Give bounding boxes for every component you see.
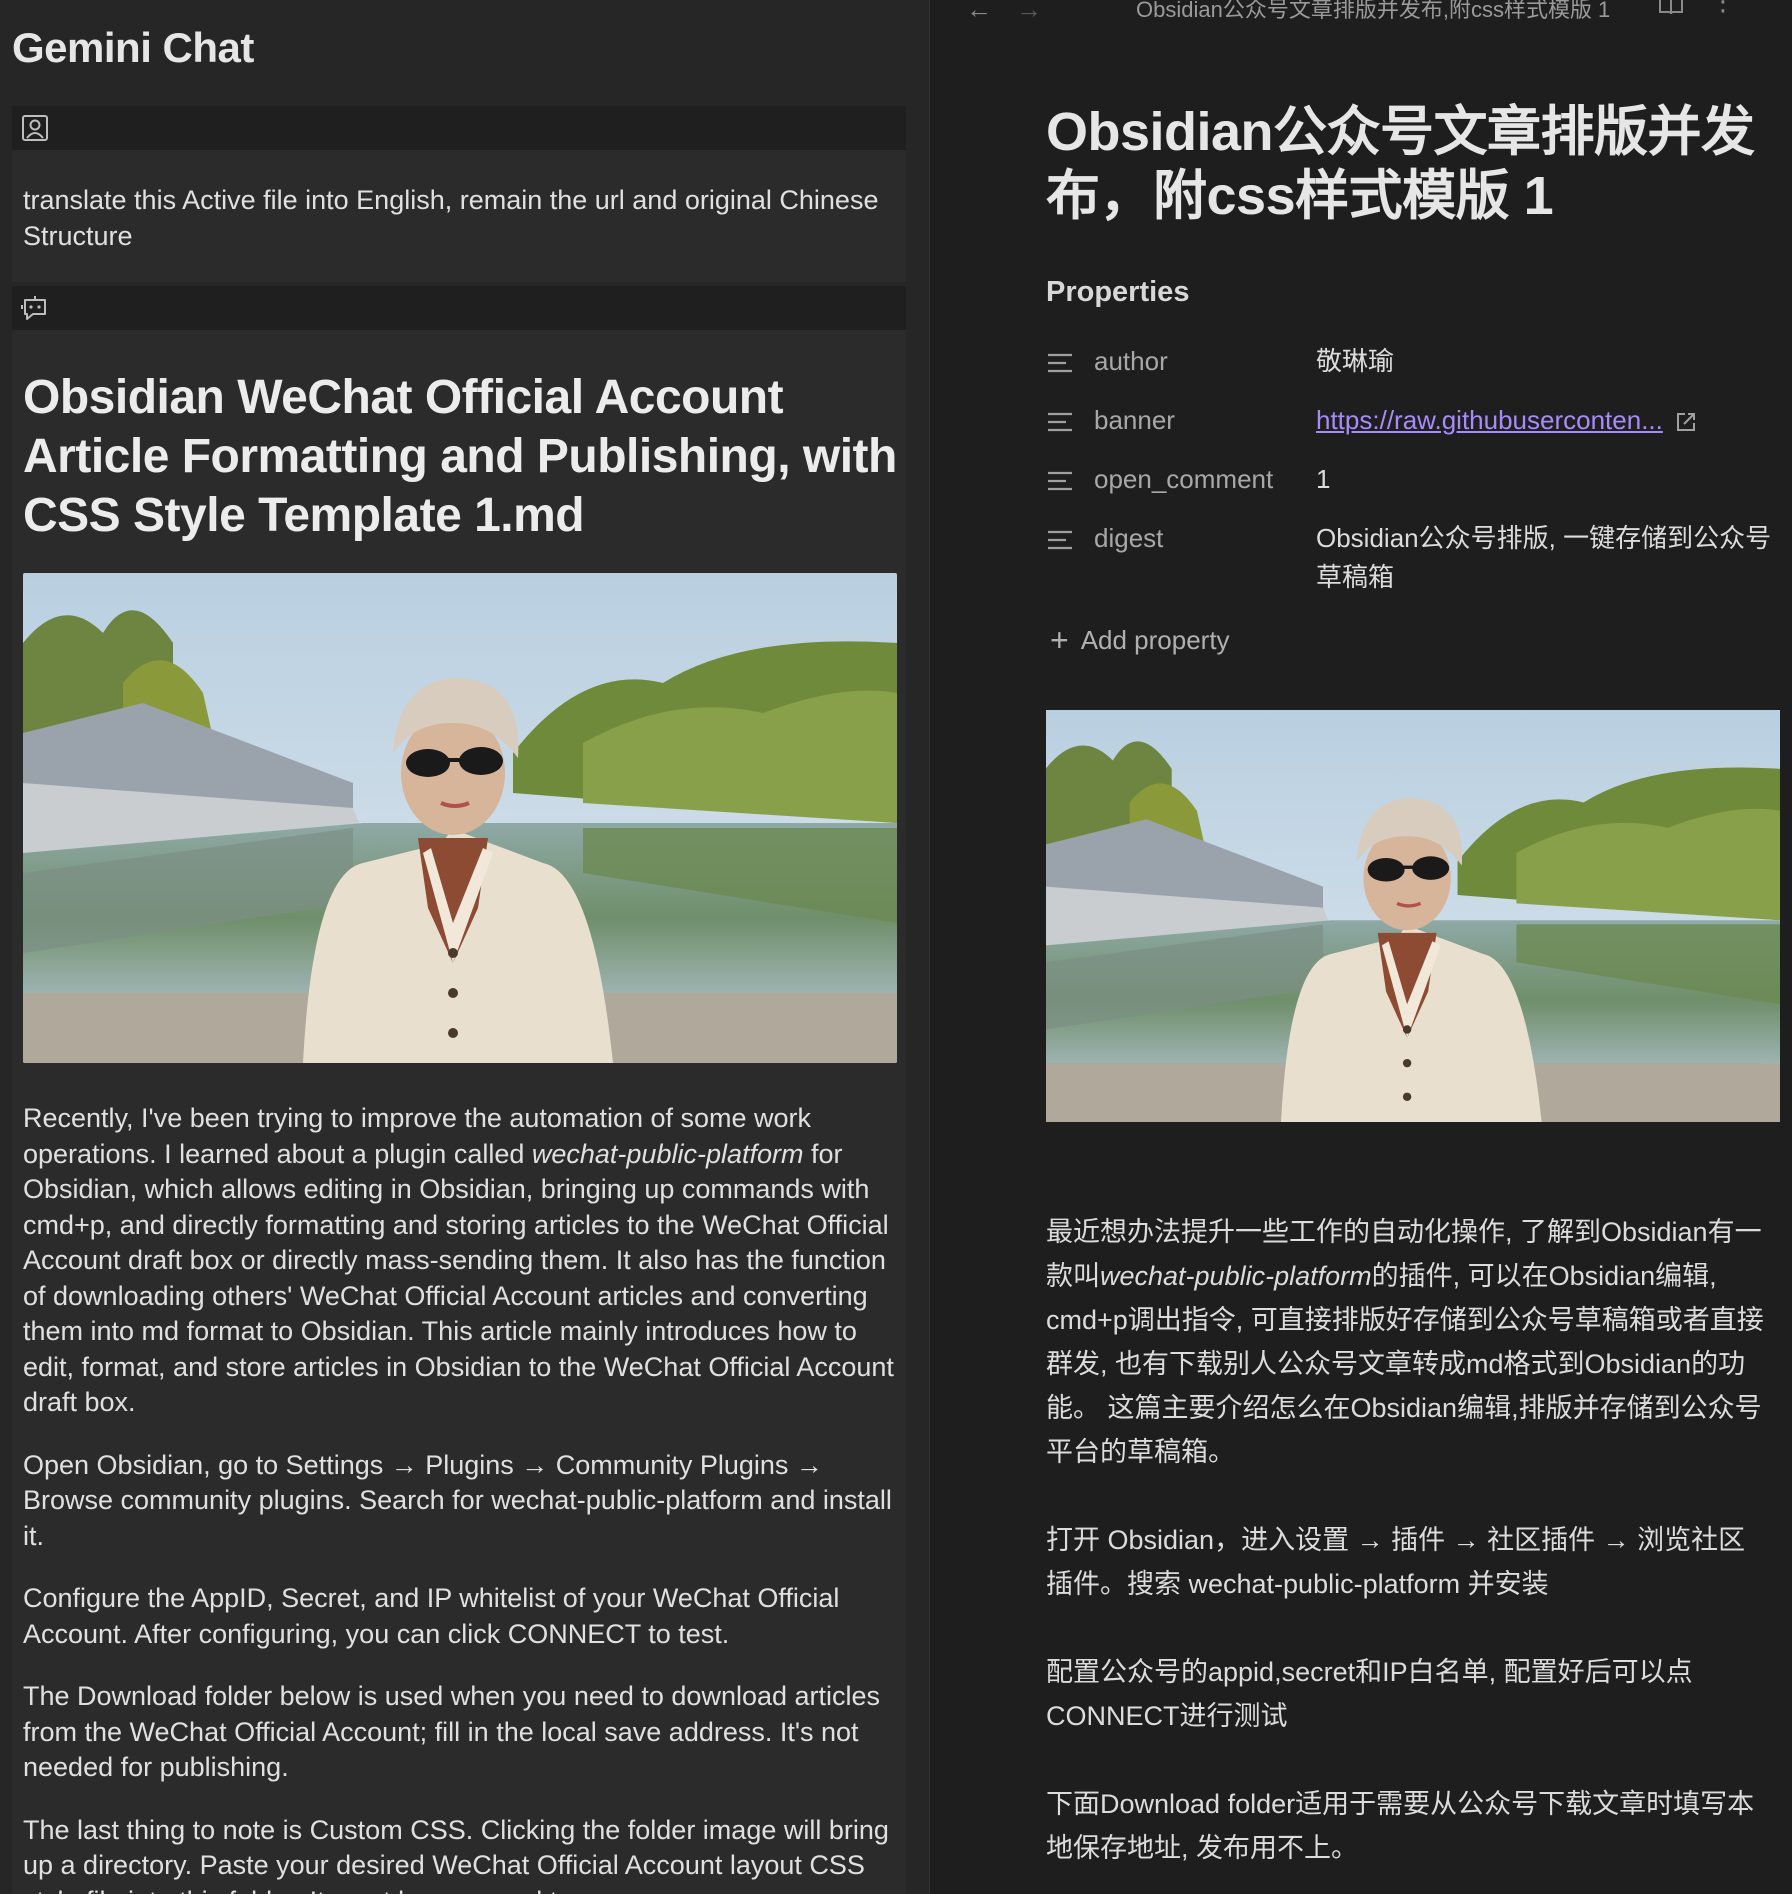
- note-paragraph-2: 打开 Obsidian，进入设置 → 插件 → 社区插件 → 浏览社区插件。搜索…: [1046, 1525, 1746, 1599]
- note-banner-image: [1046, 710, 1780, 1122]
- response-paragraph-1: Recently, I've been trying to improve th…: [23, 1103, 894, 1417]
- note-paragraph-4: 下面Download folder适用于需要从公众号下载文章时填写本地保存地址,…: [1046, 1789, 1755, 1863]
- response-paragraph-5: The last thing to note is Custom CSS. Cl…: [23, 1814, 889, 1894]
- user-message-header: [12, 106, 906, 150]
- response-paragraph-4: The Download folder below is used when y…: [23, 1681, 881, 1782]
- property-key[interactable]: digest: [1094, 523, 1316, 597]
- bot-message-header: [12, 286, 906, 330]
- note-header: ← → Obsidian公众号文章排版并发布,附css样式模版 1 ⋮: [930, 0, 1792, 24]
- text-property-icon: [1048, 412, 1072, 432]
- text-property-icon: [1048, 353, 1072, 373]
- plugin-name-emphasis: wechat-public-platform: [1100, 1261, 1372, 1291]
- property-value[interactable]: Obsidian公众号排版, 一键存储到公众号草稿箱: [1316, 519, 1776, 597]
- plus-icon: +: [1050, 622, 1069, 658]
- property-open-comment[interactable]: open_comment 1: [1046, 464, 1776, 499]
- response-paragraph-3: Configure the AppID, Secret, and IP whit…: [23, 1583, 840, 1649]
- property-digest[interactable]: digest Obsidian公众号排版, 一键存储到公众号草稿箱: [1046, 523, 1776, 597]
- gemini-chat-pane: Gemini Chat translate this Active file i…: [0, 0, 930, 1894]
- user-message: translate this Active file into English,…: [12, 150, 906, 282]
- response-heading: Obsidian WeChat Official Account Article…: [23, 371, 897, 542]
- chat-title: Gemini Chat: [12, 24, 254, 71]
- property-value[interactable]: 敬琳瑜: [1316, 342, 1776, 381]
- user-avatar-icon: [22, 115, 48, 141]
- plugin-name-emphasis: wechat-public-platform: [531, 1138, 804, 1169]
- text-property-icon: [1048, 471, 1072, 491]
- note-paragraph-1: 最近想办法提升一些工作的自动化操作, 了解到Obsidian有一款叫wechat…: [1046, 1217, 1764, 1467]
- properties-heading[interactable]: Properties: [1046, 276, 1189, 309]
- note-tab-title: Obsidian公众号文章排版并发布,附css样式模版 1: [1136, 0, 1611, 22]
- property-banner[interactable]: banner https://raw.githubuserconten...: [1046, 405, 1776, 440]
- property-key[interactable]: author: [1094, 346, 1316, 381]
- more-options-icon[interactable]: ⋮: [1710, 0, 1736, 17]
- property-value-row: https://raw.githubuserconten...: [1316, 401, 1776, 440]
- response-paragraph-2: Open Obsidian, go to Settings → Plugins …: [23, 1449, 892, 1551]
- banner-url-link[interactable]: https://raw.githubuserconten...: [1316, 405, 1663, 435]
- add-property-label: Add property: [1080, 625, 1230, 655]
- external-link-icon[interactable]: [1675, 411, 1697, 433]
- property-key[interactable]: open_comment: [1094, 464, 1316, 499]
- property-author[interactable]: author 敬琳瑜: [1046, 346, 1776, 381]
- bot-message: Obsidian WeChat Official Account Article…: [12, 330, 906, 1894]
- bot-chat-icon: [21, 296, 46, 320]
- arrow-left-icon[interactable]: ←: [966, 0, 992, 25]
- note-pane: ← → Obsidian公众号文章排版并发布,附css样式模版 1 ⋮ Obsi…: [930, 0, 1792, 1894]
- arrow-right-icon[interactable]: →: [1016, 0, 1042, 25]
- article-banner-image: [23, 573, 897, 1063]
- note-title: Obsidian公众号文章排版并发布，附css样式模版 1: [1046, 102, 1755, 226]
- add-property-button[interactable]: + Add property: [1050, 622, 1230, 659]
- text-property-icon: [1048, 530, 1072, 550]
- property-value[interactable]: 1: [1316, 460, 1776, 499]
- property-key[interactable]: banner: [1094, 405, 1316, 440]
- note-paragraph-3: 配置公众号的appid,secret和IP白名单, 配置好后可以点CONNECT…: [1046, 1657, 1693, 1731]
- book-icon[interactable]: [1658, 0, 1684, 16]
- app-window: Gemini Chat translate this Active file i…: [0, 0, 1792, 1894]
